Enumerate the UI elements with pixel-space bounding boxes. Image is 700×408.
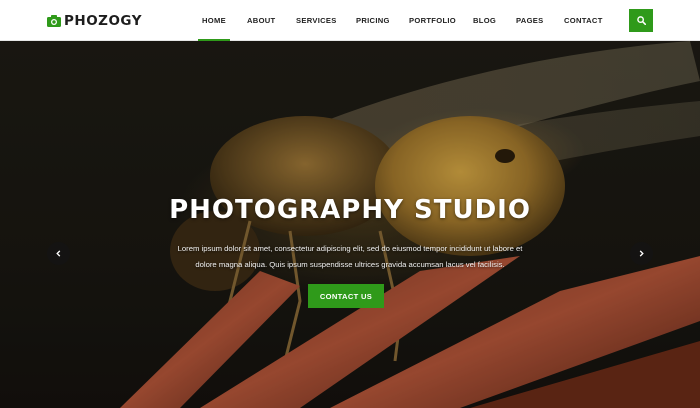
- hero-description: Lorem ipsum dolor sit amet, consectetur …: [168, 241, 532, 273]
- nav-item-home[interactable]: HOME: [198, 0, 230, 41]
- nav-link-blog[interactable]: BLOG: [473, 0, 496, 41]
- search-icon: [636, 16, 646, 25]
- nav-link-pages[interactable]: PAGES: [516, 0, 544, 41]
- nav-item-blog[interactable]: BLOG: [473, 0, 496, 41]
- nav-link-home[interactable]: HOME: [202, 0, 226, 41]
- slider-next-button[interactable]: [630, 242, 653, 265]
- contact-us-button[interactable]: CONTACT US: [308, 284, 384, 308]
- nav-link-portfolio[interactable]: PORTFOLIO: [409, 0, 456, 41]
- nav-item-portfolio[interactable]: PORTFOLIO: [409, 0, 456, 41]
- nav-item-pages[interactable]: PAGES: [516, 0, 544, 41]
- chevron-left-icon: [56, 250, 61, 257]
- nav-link-about[interactable]: ABOUT: [247, 0, 276, 41]
- nav-item-pricing[interactable]: PRICING: [356, 0, 390, 41]
- nav-item-services[interactable]: SERVICES: [296, 0, 337, 41]
- nav-link-services[interactable]: SERVICES: [296, 0, 337, 41]
- hero-slider: PHOTOGRAPHY STUDIO Lorem ipsum dolor sit…: [0, 41, 700, 408]
- nav-link-contact[interactable]: CONTACT: [564, 0, 603, 41]
- site-header: PHOZOGY HOME ABOUT SERVICES PRICING PORT…: [0, 0, 700, 41]
- chevron-right-icon: [639, 250, 644, 257]
- slider-prev-button[interactable]: [47, 242, 70, 265]
- nav-item-contact[interactable]: CONTACT: [564, 0, 603, 41]
- nav-link-pricing[interactable]: PRICING: [356, 0, 390, 41]
- main-nav: HOME ABOUT SERVICES PRICING PORTFOLIO BL…: [0, 0, 700, 41]
- hero-description-line-1: Lorem ipsum dolor sit amet, consectetur …: [177, 244, 523, 253]
- hero-description-line-2: dolore magna aliqua. Quis ipsum suspendi…: [195, 260, 505, 269]
- search-button[interactable]: [629, 9, 653, 32]
- hero-title: PHOTOGRAPHY STUDIO: [169, 195, 531, 225]
- nav-item-about[interactable]: ABOUT: [247, 0, 276, 41]
